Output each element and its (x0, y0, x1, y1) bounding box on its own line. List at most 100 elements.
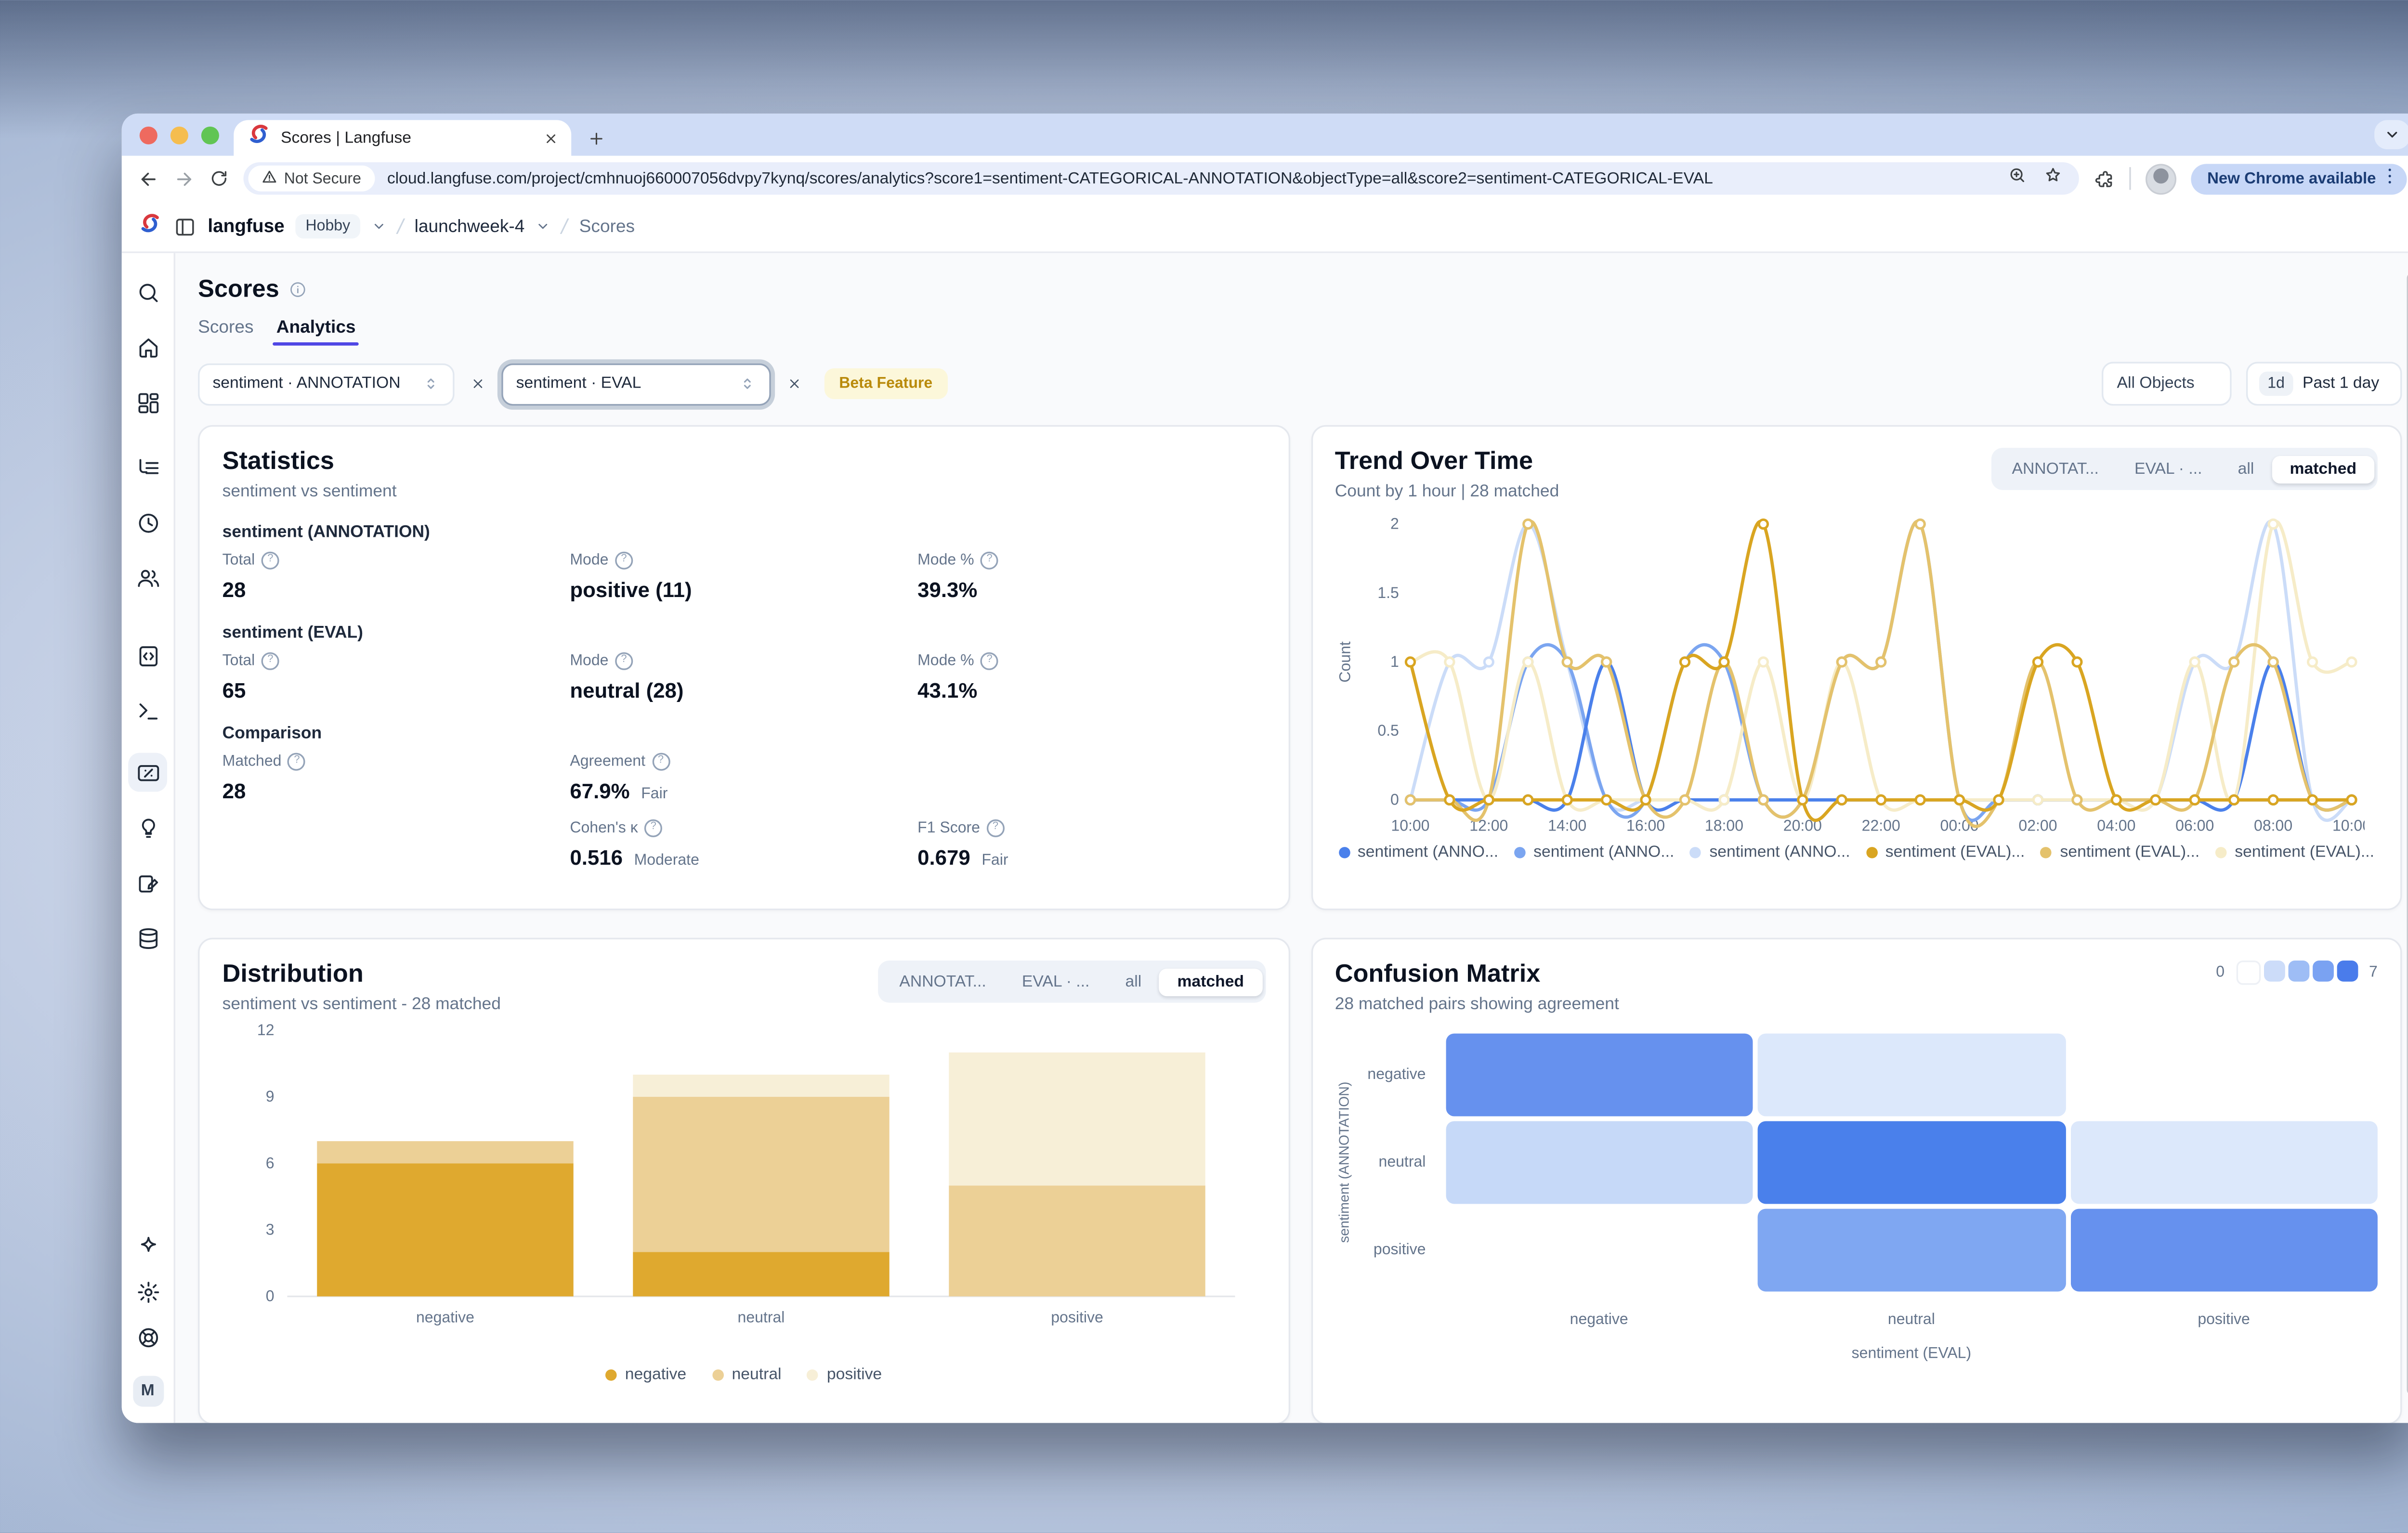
confusion-cell-neutral-positive[interactable] (2070, 1121, 2378, 1204)
legend-item: sentiment (ANNO... (1514, 844, 1675, 861)
svg-text:positive: positive (1051, 1308, 1103, 1325)
extensions-icon[interactable] (2094, 168, 2115, 189)
heatmap-col-label: positive (2070, 1297, 2378, 1329)
org-chevron-down-icon[interactable] (371, 219, 386, 234)
help-icon[interactable]: ? (652, 753, 669, 771)
sidebar-item-tracing[interactable] (128, 448, 167, 487)
object-type-select[interactable]: All Objects (2102, 362, 2232, 405)
confusion-cell-positive-neutral[interactable] (1758, 1209, 2066, 1292)
svg-text:06:00: 06:00 (2175, 817, 2213, 834)
remove-score2-icon[interactable] (784, 373, 805, 394)
distribution-option-annotat[interactable]: ANNOTAT... (881, 968, 1004, 995)
sidebar-item-support[interactable] (128, 1317, 167, 1356)
confusion-matrix: sentiment (ANNOTATION)negativeneutralpos… (1335, 1034, 2378, 1363)
help-icon[interactable]: ? (262, 552, 279, 570)
sidebar-item-sessions[interactable] (128, 503, 167, 542)
browser-tab[interactable]: Scores | Langfuse (234, 120, 571, 156)
sidebar-item-prompts[interactable] (128, 636, 167, 675)
svg-text:16:00: 16:00 (1625, 817, 1664, 834)
info-icon[interactable] (289, 281, 307, 299)
sidebar-item-scores[interactable] (128, 753, 167, 792)
tab-scores[interactable]: Scores (198, 318, 253, 346)
trend-option-matched[interactable]: matched (2272, 455, 2374, 482)
card-title: Trend Over Time (1335, 448, 1559, 477)
kebab-menu-icon[interactable] (2379, 166, 2400, 192)
help-icon[interactable]: ? (262, 652, 279, 670)
sidebar-item-settings[interactable] (128, 1272, 167, 1311)
url-bar[interactable]: Not Secure cloud.langfuse.com/project/cm… (243, 162, 2079, 195)
remove-score1-icon[interactable] (468, 373, 489, 394)
sidebar-item-home[interactable] (128, 328, 167, 367)
sidebar-item-database[interactable] (128, 918, 167, 957)
help-icon[interactable]: ? (986, 819, 1004, 837)
zoom-icon[interactable] (2008, 164, 2027, 193)
sidebar-item-users[interactable] (128, 558, 167, 597)
user-avatar[interactable]: M (132, 1376, 163, 1407)
legend-label: neutral (732, 1366, 782, 1384)
app-body: M Scores Scores Analytics sentiment · AN… (122, 253, 2408, 1423)
warning-icon (262, 168, 278, 189)
tab-search-button[interactable] (2374, 120, 2408, 149)
project-chevron-down-icon[interactable] (536, 219, 550, 234)
help-icon[interactable]: ? (981, 652, 998, 670)
confusion-cell-positive-negative[interactable] (1445, 1209, 1753, 1292)
sidebar-item-evaluation[interactable] (128, 808, 167, 847)
forward-button[interactable] (174, 168, 195, 189)
trend-option-eval[interactable]: EVAL · ... (2117, 455, 2220, 482)
langfuse-favicon-icon (247, 122, 271, 154)
score1-select[interactable]: sentiment · ANNOTATION (198, 363, 454, 405)
org-name[interactable]: langfuse (208, 217, 284, 236)
not-secure-badge[interactable]: Not Secure (249, 166, 374, 192)
back-button[interactable] (138, 168, 159, 189)
tab-close-icon[interactable] (544, 130, 558, 145)
sidebar-item-datasets[interactable] (128, 863, 167, 902)
project-name[interactable]: launchweek-4 (415, 217, 525, 236)
svg-text:02:00: 02:00 (2018, 817, 2056, 834)
help-icon[interactable]: ? (981, 552, 998, 570)
breadcrumb-separator: / (394, 214, 406, 239)
metric-value: 0.679Fair (917, 845, 1265, 870)
distribution-option-matched[interactable]: matched (1159, 968, 1262, 995)
distribution-option-eval[interactable]: EVAL · ... (1004, 968, 1108, 995)
sidebar-item-playground[interactable] (128, 691, 167, 730)
sidebar-toggle-icon[interactable] (174, 215, 196, 238)
legend-label: sentiment (EVAL)... (1885, 844, 2025, 861)
trend-option-annotat[interactable]: ANNOTAT... (1994, 455, 2117, 482)
help-icon[interactable]: ? (288, 753, 306, 771)
chrome-update-button[interactable]: New Chrome available (2191, 163, 2407, 194)
scale-swatch (2264, 961, 2285, 982)
confusion-cell-positive-positive[interactable] (2070, 1209, 2378, 1292)
confusion-cell-negative-neutral[interactable] (1758, 1034, 2066, 1117)
beta-feature-badge: Beta Feature (824, 368, 947, 399)
sidebar-item-sparkle[interactable] (128, 1227, 167, 1266)
scale-swatch (2337, 961, 2358, 982)
metric-label: Total (222, 552, 255, 570)
confusion-cell-neutral-negative[interactable] (1445, 1121, 1753, 1204)
sidebar-item-dashboards[interactable] (128, 383, 167, 422)
profile-avatar[interactable] (2146, 163, 2176, 194)
metric: Total?28 (222, 552, 570, 602)
minimize-window-button[interactable] (170, 127, 188, 144)
confusion-cell-neutral-neutral[interactable] (1758, 1121, 2066, 1204)
close-window-button[interactable] (140, 127, 157, 144)
help-icon[interactable]: ? (644, 819, 662, 837)
legend-label: sentiment (ANNO... (1533, 844, 1674, 861)
tab-analytics[interactable]: Analytics (276, 318, 356, 346)
stats-group-name: Comparison (222, 724, 1265, 743)
maximize-window-button[interactable] (201, 127, 219, 144)
new-tab-button[interactable] (588, 130, 605, 148)
confusion-cell-negative-negative[interactable] (1445, 1034, 1753, 1117)
legend-dot-icon (2215, 847, 2227, 858)
scale-swatch (2288, 961, 2309, 982)
date-range-select[interactable]: 1d Past 1 day (2246, 362, 2402, 405)
svg-text:6: 6 (266, 1154, 275, 1171)
score2-select[interactable]: sentiment · EVAL (501, 363, 771, 405)
help-icon[interactable]: ? (615, 652, 633, 670)
confusion-cell-negative-positive[interactable] (2070, 1034, 2378, 1117)
reload-button[interactable] (209, 169, 229, 188)
help-icon[interactable]: ? (615, 552, 633, 570)
sidebar-item-search[interactable] (128, 273, 167, 312)
trend-option-all[interactable]: all (2220, 455, 2272, 482)
distribution-option-all[interactable]: all (1107, 968, 1159, 995)
bookmark-star-icon[interactable] (2043, 164, 2063, 193)
